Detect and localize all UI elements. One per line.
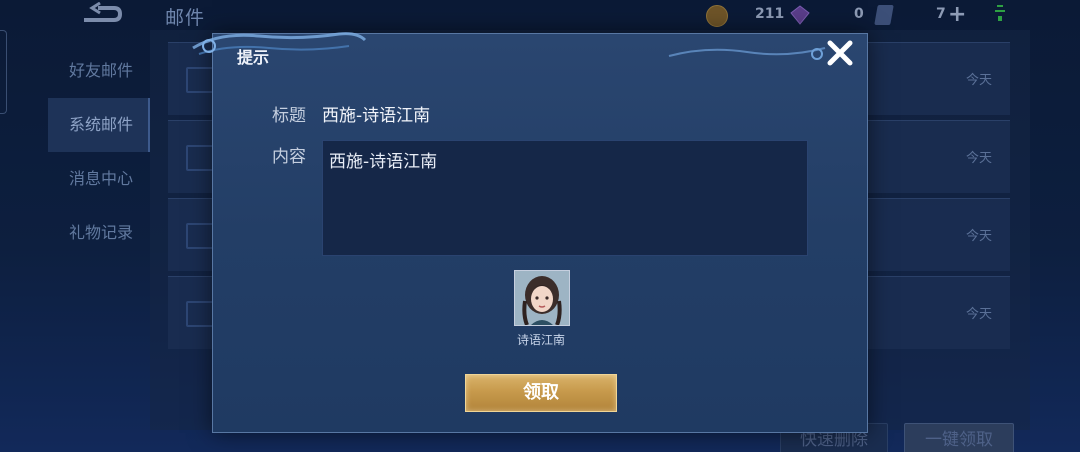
back-arrow-icon[interactable] xyxy=(78,2,124,24)
ticket-count: 7 xyxy=(936,6,946,22)
dialog-title: 提示 xyxy=(237,48,270,67)
mail-sidebar: 好友邮件 系统邮件 消息中心 礼物记录 xyxy=(48,44,150,260)
cloud-swirl-decoration xyxy=(192,32,367,55)
left-edge-tab[interactable] xyxy=(0,30,7,114)
mail-date: 今天 xyxy=(965,229,992,244)
collect-all-button[interactable]: 一键领取 xyxy=(904,423,1014,452)
ticket-icon xyxy=(874,5,894,25)
gem-icon xyxy=(790,5,810,25)
cloud-swirl-decoration xyxy=(668,47,826,60)
coin-icon xyxy=(706,5,728,27)
mail-date: 今天 xyxy=(965,151,992,166)
skin-portrait-icon xyxy=(515,271,569,325)
mail-date: 今天 xyxy=(965,73,992,88)
sidebar-item-system-mail[interactable]: 系统邮件 xyxy=(48,98,150,152)
reward-dialog: 提示 标题 西施-诗语江南 内容 西施-诗语江南 诗语江南 领取 xyxy=(192,32,868,433)
content-text-box: 西施-诗语江南 xyxy=(322,140,808,256)
sidebar-item-gift-record[interactable]: 礼物记录 xyxy=(48,206,150,260)
coin-count: 211 xyxy=(755,6,785,22)
reward-name: 诗语江南 xyxy=(516,333,565,347)
add-currency-icon[interactable]: + xyxy=(948,2,966,27)
sidebar-item-message-center[interactable]: 消息中心 xyxy=(48,152,150,206)
gem-count: 0 xyxy=(854,6,864,22)
close-icon[interactable] xyxy=(825,38,855,68)
claim-button[interactable]: 领取 xyxy=(465,374,617,412)
content-label: 内容 xyxy=(272,147,306,167)
subject-value: 西施-诗语江南 xyxy=(322,106,431,126)
wifi-icon xyxy=(995,5,1005,21)
dialog-header: 提示 xyxy=(192,32,867,72)
subject-label: 标题 xyxy=(272,106,306,126)
mail-date: 今天 xyxy=(965,307,992,322)
sidebar-item-friend-mail[interactable]: 好友邮件 xyxy=(48,44,150,98)
reward-skin-thumbnail[interactable] xyxy=(514,270,570,326)
